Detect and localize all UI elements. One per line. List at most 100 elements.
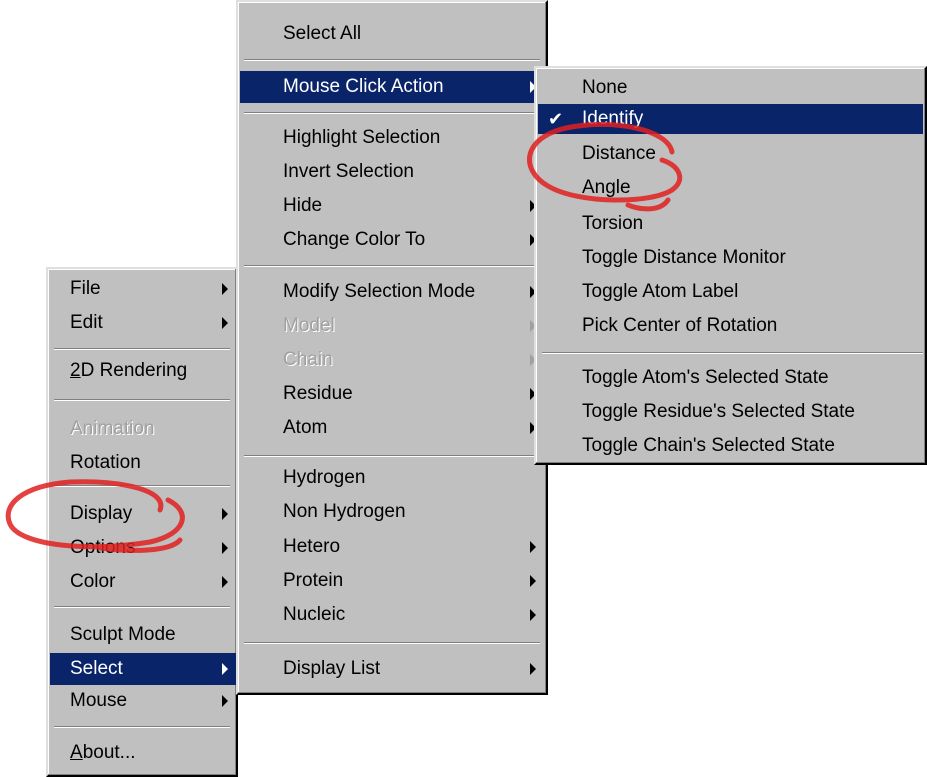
menu-item-label: Hydrogen: [283, 467, 366, 488]
submenu-arrow-icon: [222, 576, 228, 588]
menu-item-label: Non Hydrogen: [283, 501, 406, 522]
submenu-arrow-icon: [530, 609, 536, 621]
menu-item-select[interactable]: Select: [50, 653, 236, 685]
menu-item-toggle-distance-monitor[interactable]: Toggle Distance Monitor: [538, 242, 923, 274]
menu-item-label: Protein: [283, 570, 344, 591]
submenu-arrow-icon: [530, 541, 536, 553]
menu-item-label: Edit: [70, 312, 103, 333]
menu-item-label: Change Color To: [283, 229, 426, 250]
menu-item-toggle-chain-selected-state[interactable]: Toggle Chain's Selected State: [538, 430, 923, 462]
menu-item-label: D Rendering: [80, 360, 188, 381]
menu-item-non-hydrogen[interactable]: Non Hydrogen: [240, 496, 544, 528]
menu-item-pick-center-of-rotation[interactable]: Pick Center of Rotation: [538, 310, 923, 342]
menu-item-toggle-atom-label[interactable]: Toggle Atom Label: [538, 276, 923, 308]
menu-item-edit[interactable]: Edit: [50, 307, 236, 339]
menu-item-color[interactable]: Color: [50, 566, 236, 598]
menu-item-label: Sculpt Mode: [70, 624, 176, 645]
menu-item-label: Highlight Selection: [283, 127, 441, 148]
menu-item-label: Animation: [70, 418, 155, 439]
menu-item-identify[interactable]: ✔ Identify: [538, 104, 923, 134]
menu-item-hide[interactable]: Hide: [240, 190, 544, 222]
menu-item-label: Color: [70, 571, 116, 592]
menu-item-mnemonic: A: [70, 742, 83, 763]
menu-item-hydrogen[interactable]: Hydrogen: [240, 462, 544, 494]
menu-item-label: Residue: [283, 383, 353, 404]
submenu-arrow-icon: [530, 663, 536, 675]
menu-separator: [54, 485, 230, 487]
menu-item-label: Invert Selection: [283, 161, 414, 182]
menu-item-label: Toggle Atom Label: [582, 281, 739, 302]
submenu-arrow-icon: [222, 695, 228, 707]
menu-item-label: None: [582, 77, 628, 98]
menu-item-label: Select All: [283, 23, 362, 44]
menu-item-display-list[interactable]: Display List: [240, 653, 544, 685]
menu-item-model: Model: [240, 310, 544, 342]
menu-item-torsion[interactable]: Torsion: [538, 208, 923, 240]
menu-item-label: Angle: [582, 177, 631, 198]
menu-separator: [54, 726, 230, 728]
menu-separator: [244, 642, 540, 644]
mouse-click-action-submenu: None ✔ Identify Distance Angle Torsion T…: [534, 66, 927, 465]
main-menu: File Edit 2D Rendering Animation Rotatio…: [46, 267, 238, 777]
menu-separator: [244, 265, 540, 267]
menu-item-atom[interactable]: Atom: [240, 412, 544, 444]
menu-item-display[interactable]: Display: [50, 498, 236, 530]
menu-separator: [244, 112, 540, 114]
menu-item-label: Modify Selection Mode: [283, 281, 476, 302]
menu-item-residue[interactable]: Residue: [240, 378, 544, 410]
menu-item-label: Hide: [283, 195, 323, 216]
menu-item-label: Model: [283, 315, 335, 336]
submenu-arrow-icon: [530, 575, 536, 587]
menu-item-hetero[interactable]: Hetero: [240, 531, 544, 563]
menu-separator: [54, 606, 230, 608]
menu-item-change-color-to[interactable]: Change Color To: [240, 224, 544, 256]
menu-item-2d-rendering[interactable]: 2D Rendering: [50, 355, 236, 387]
menu-item-label: Rotation: [70, 452, 141, 473]
menu-item-rotation[interactable]: Rotation: [50, 447, 236, 479]
menu-item-mnemonic: 2: [70, 360, 81, 381]
submenu-arrow-icon: [222, 508, 228, 520]
menu-item-mouse[interactable]: Mouse: [50, 685, 236, 717]
menu-separator: [54, 348, 230, 350]
menu-item-highlight-selection[interactable]: Highlight Selection: [240, 122, 544, 154]
menu-item-toggle-atom-selected-state[interactable]: Toggle Atom's Selected State: [538, 362, 923, 394]
submenu-arrow-icon: [222, 663, 228, 675]
menu-item-label: bout...: [82, 742, 136, 763]
menu-item-label: Toggle Residue's Selected State: [582, 401, 855, 422]
menu-item-modify-selection-mode[interactable]: Modify Selection Mode: [240, 276, 544, 308]
submenu-arrow-icon: [222, 283, 228, 295]
menu-item-mouse-click-action[interactable]: Mouse Click Action: [240, 71, 544, 103]
menu-item-label: Toggle Chain's Selected State: [582, 435, 835, 456]
menu-item-label: File: [70, 278, 101, 299]
menu-item-options[interactable]: Options: [50, 532, 236, 564]
menu-item-label: Torsion: [582, 213, 644, 234]
menu-item-label: Mouse: [70, 690, 128, 711]
menu-item-none[interactable]: None: [538, 72, 923, 104]
menu-item-label: Toggle Distance Monitor: [582, 247, 786, 268]
menu-item-nucleic[interactable]: Nucleic: [240, 599, 544, 631]
menu-item-invert-selection[interactable]: Invert Selection: [240, 156, 544, 188]
menu-separator: [244, 455, 540, 457]
menu-item-label: Options: [70, 537, 136, 558]
menu-item-label: Chain: [283, 349, 333, 370]
submenu-arrow-icon: [222, 542, 228, 554]
check-icon: ✔: [548, 109, 564, 129]
menu-item-angle[interactable]: Angle: [538, 172, 923, 204]
menu-item-about[interactable]: About...: [50, 737, 236, 769]
menu-separator: [54, 399, 230, 401]
menu-item-file[interactable]: File: [50, 273, 236, 305]
menu-item-chain: Chain: [240, 344, 544, 376]
menu-item-protein[interactable]: Protein: [240, 565, 544, 597]
menu-item-distance[interactable]: Distance: [538, 138, 923, 170]
menu-item-select-all[interactable]: Select All: [240, 18, 544, 50]
menu-item-label: Hetero: [283, 536, 341, 557]
menu-item-label: Display: [70, 503, 133, 524]
menu-item-toggle-residue-selected-state[interactable]: Toggle Residue's Selected State: [538, 396, 923, 428]
menu-item-sculpt-mode[interactable]: Sculpt Mode: [50, 619, 236, 651]
menu-item-animation: Animation: [50, 413, 236, 445]
menu-item-label: Display List: [283, 658, 381, 679]
menu-item-label: Atom: [283, 417, 328, 438]
submenu-arrow-icon: [222, 317, 228, 329]
menu-item-label: Toggle Atom's Selected State: [582, 367, 829, 388]
menu-item-label: Mouse Click Action: [283, 76, 444, 97]
